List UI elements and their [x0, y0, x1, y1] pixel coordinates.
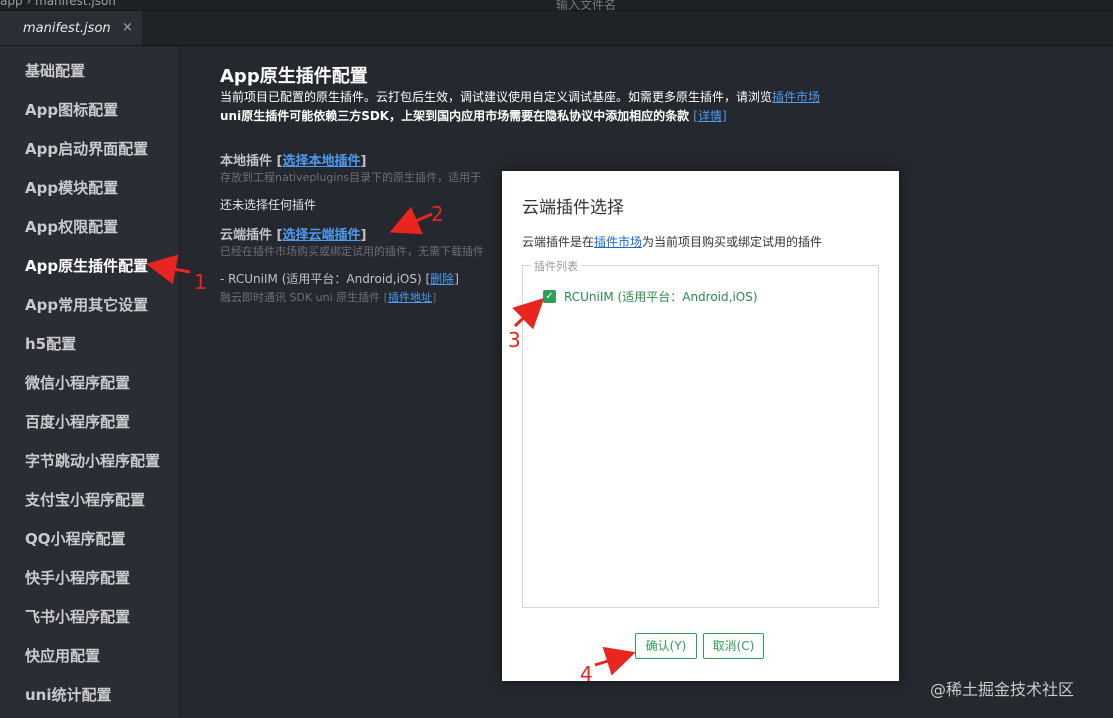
tab-label: manifest.json — [23, 20, 111, 36]
dialog-title: 云端插件选择 — [522, 198, 624, 218]
cloud-heading-tail: ] — [360, 228, 367, 243]
sidebar-item-app-splash[interactable]: App启动界面配置 — [25, 138, 148, 159]
sidebar-item-app-native-plugins[interactable]: App原生插件配置 — [25, 255, 148, 276]
privacy-note: uni原生插件可能依赖三方SDK，上架到国内应用市场需要在隐私协议中添加相应的条… — [220, 107, 727, 124]
privacy-text: uni原生插件可能依赖三方SDK，上架到国内应用市场需要在隐私协议中添加相应的条… — [220, 109, 690, 123]
annotation-number-3: 3 — [508, 328, 521, 352]
plugin-entry-tail: ] — [454, 272, 459, 286]
cancel-button[interactable]: 取消(C) — [703, 633, 764, 659]
cloud-heading-text: 云端插件 [ — [220, 228, 283, 243]
description-line: 当前项目已配置的原生插件。云打包后生效，调试建议使用自定义调试基座。如需更多原生… — [220, 88, 820, 105]
local-heading-text: 本地插件 [ — [220, 154, 283, 169]
select-local-plugin-link[interactable]: 选择本地插件 — [282, 154, 360, 169]
dialog-plugin-market-link[interactable]: 插件市场 — [594, 235, 642, 249]
delete-plugin-link[interactable]: 删除 — [430, 272, 454, 286]
local-plugins-heading: 本地插件 [选择本地插件] — [220, 150, 366, 169]
checkbox-checked-icon[interactable]: ✓ — [543, 290, 556, 303]
annotation-number-2: 2 — [431, 202, 444, 226]
sidebar-item-qq[interactable]: QQ小程序配置 — [25, 528, 126, 549]
watermark: @稀土掘金技术社区 — [930, 680, 1075, 699]
sidebar: 基础配置 App图标配置 App启动界面配置 App模块配置 App权限配置 A… — [0, 46, 180, 718]
annotation-number-1: 1 — [194, 270, 207, 294]
dialog-description: 云端插件是在插件市场为当前项目购买或绑定试用的插件 — [522, 233, 822, 250]
plugin-list-legend: 插件列表 — [531, 258, 581, 274]
breadcrumb[interactable]: app › manifest.json — [0, 0, 116, 8]
file-search-input[interactable]: 输入文件名 — [556, 0, 856, 12]
sidebar-item-feishu[interactable]: 飞书小程序配置 — [25, 606, 130, 627]
plugin-option-rcuniim[interactable]: ✓ RCUniIM (适用平台：Android,iOS) — [543, 288, 758, 305]
tab-manifest[interactable]: manifest.json × — [0, 11, 142, 45]
plugin-market-link[interactable]: 插件市场 — [772, 90, 820, 104]
sidebar-item-app-modules[interactable]: App模块配置 — [25, 177, 118, 198]
plugin-description: 融云即时通讯 SDK uni 原生插件 [插件地址] — [220, 289, 436, 305]
cloud-plugins-heading: 云端插件 [选择云端插件] — [220, 224, 366, 243]
sidebar-item-app-other[interactable]: App常用其它设置 — [25, 294, 148, 315]
plugin-entry: - RCUniIM (适用平台：Android,iOS) [删除] — [220, 270, 459, 287]
sidebar-item-kuaishou[interactable]: 快手小程序配置 — [25, 567, 130, 588]
plugin-list-box: 插件列表 ✓ RCUniIM (适用平台：Android,iOS) — [522, 258, 879, 608]
sidebar-item-app-icon[interactable]: App图标配置 — [25, 99, 118, 120]
annotation-number-4: 4 — [580, 662, 593, 686]
sidebar-item-quickapp[interactable]: 快应用配置 — [25, 645, 100, 666]
sidebar-item-h5[interactable]: h5配置 — [25, 333, 76, 354]
select-cloud-plugin-link[interactable]: 选择云端插件 — [282, 228, 360, 243]
details-link[interactable]: [详情] — [693, 109, 726, 123]
plugin-option-label: RCUniIM (适用平台：Android,iOS) — [564, 290, 758, 304]
sidebar-item-toutiao[interactable]: 字节跳动小程序配置 — [25, 450, 160, 471]
top-strip: app › manifest.json 输入文件名 — [0, 0, 1113, 12]
sidebar-item-basic[interactable]: 基础配置 — [25, 60, 85, 81]
plugin-entry-text: - RCUniIM (适用平台：Android,iOS) [ — [220, 272, 431, 286]
tab-bar: manifest.json × — [0, 11, 1113, 46]
description-text: 当前项目已配置的原生插件。云打包后生效，调试建议使用自定义调试基座。如需更多原生… — [220, 90, 773, 104]
cloud-plugins-note: 已经在插件市场购买或绑定试用的插件，无需下载插件 — [220, 245, 484, 258]
no-plugin-selected-text: 还未选择任何插件 — [220, 198, 317, 212]
plugin-description-text: 融云即时通讯 SDK uni 原生插件 [ — [220, 291, 388, 304]
plugin-description-tail: ] — [431, 291, 437, 304]
page-title: App原生插件配置 — [220, 66, 368, 87]
cloud-plugin-dialog: 云端插件选择 云端插件是在插件市场为当前项目购买或绑定试用的插件 插件列表 ✓ … — [502, 171, 899, 681]
dialog-desc-pre: 云端插件是在 — [522, 235, 595, 249]
confirm-button[interactable]: 确认(Y) — [635, 633, 697, 659]
local-plugins-note: 存放到工程nativeplugins目录下的原生插件，适用于 — [220, 171, 482, 184]
sidebar-item-app-permissions[interactable]: App权限配置 — [25, 216, 118, 237]
plugin-address-link[interactable]: 插件地址 — [388, 291, 432, 304]
close-icon[interactable]: × — [122, 20, 133, 35]
sidebar-item-baidu[interactable]: 百度小程序配置 — [25, 411, 130, 432]
sidebar-item-weixin[interactable]: 微信小程序配置 — [25, 372, 130, 393]
sidebar-item-alipay[interactable]: 支付宝小程序配置 — [25, 489, 145, 510]
local-heading-tail: ] — [360, 154, 367, 169]
sidebar-item-uni-stat[interactable]: uni统计配置 — [25, 684, 112, 705]
dialog-desc-post: 为当前项目购买或绑定试用的插件 — [642, 235, 823, 249]
